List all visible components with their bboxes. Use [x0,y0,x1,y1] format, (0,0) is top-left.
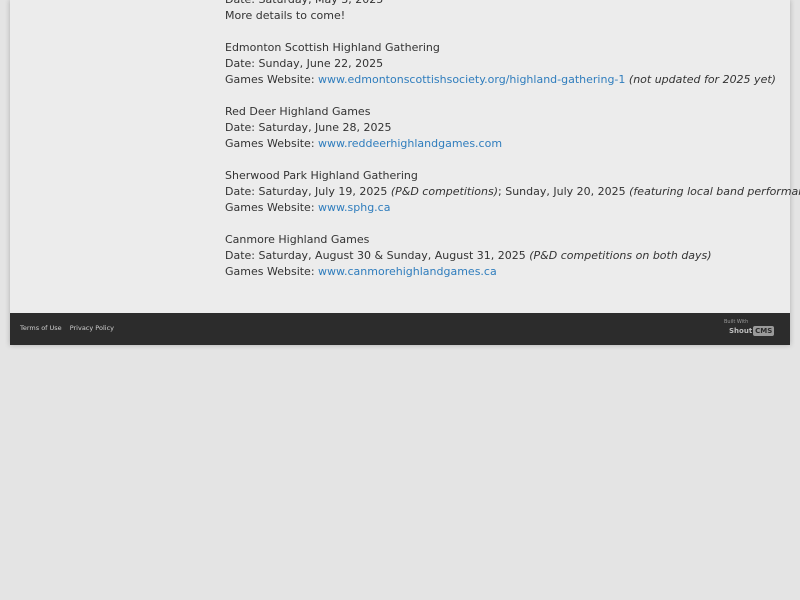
privacy-policy-link[interactable]: Privacy Policy [70,324,114,332]
date-text: Date: Saturday, August 30 & Sunday, Augu… [225,249,530,262]
events-content: Date: Saturday, May 3, 2025 More details… [225,0,800,280]
website-label: Games Website: [225,73,319,86]
badge-logo: Shout CMS [729,326,775,336]
date-text: ; Sunday, July 20, 2025 [498,185,630,198]
website-note: (not updated for 2025 yet) [625,73,776,86]
badge-cms: CMS [753,326,775,336]
website-label: Games Website: [225,137,319,150]
event-date: Date: Saturday, July 19, 2025 (P&D compe… [225,184,800,200]
event-date: Date: Saturday, June 28, 2025 [225,121,392,134]
date-note: (P&D competitions on both days) [529,249,712,262]
date-note: (featuring local band performances) [629,185,800,198]
event-name: Sherwood Park Highland Gathering [225,169,418,182]
website-link[interactable]: www.canmorehighlandgames.ca [318,265,497,278]
website-label: Games Website: [225,201,319,214]
page-container: Date: Saturday, May 3, 2025 More details… [10,0,800,345]
event-name: Edmonton Scottish Highland Gathering [225,41,440,54]
event-website-line: Games Website: www.sphg.ca [225,200,800,216]
website-link[interactable]: www.sphg.ca [318,201,390,214]
event-website-line: Games Website: www.edmontonscottishsocie… [225,72,800,88]
event-website-line: Games Website: www.canmorehighlandgames.… [225,264,800,280]
site-footer: Terms of Use Privacy Policy Built With Sh… [10,313,790,345]
website-link[interactable]: www.reddeerhighlandgames.com [318,137,502,150]
badge-brand: Shout [729,327,753,335]
built-with-badge[interactable]: Built With Shout CMS [724,319,780,339]
website-link[interactable]: www.edmontonscottishsociety.org/highland… [318,73,625,86]
date-note: (P&D competitions) [390,185,499,198]
website-label: Games Website: [225,265,319,278]
event-date: Date: Saturday, May 3, 2025 [225,0,800,8]
event-note: More details to come! [225,9,346,22]
date-text: Date: Saturday, July 19, 2025 [225,185,391,198]
event-date: Date: Saturday, August 30 & Sunday, Augu… [225,248,800,264]
badge-caption: Built With [724,319,749,325]
event-date: Date: Sunday, June 22, 2025 [225,57,384,70]
event-name: Canmore Highland Games [225,233,370,246]
event-website-line: Games Website: www.reddeerhighlandgames.… [225,136,800,152]
footer-links: Terms of Use Privacy Policy [20,323,122,333]
event-name: Red Deer Highland Games [225,105,371,118]
terms-of-use-link[interactable]: Terms of Use [20,324,62,332]
